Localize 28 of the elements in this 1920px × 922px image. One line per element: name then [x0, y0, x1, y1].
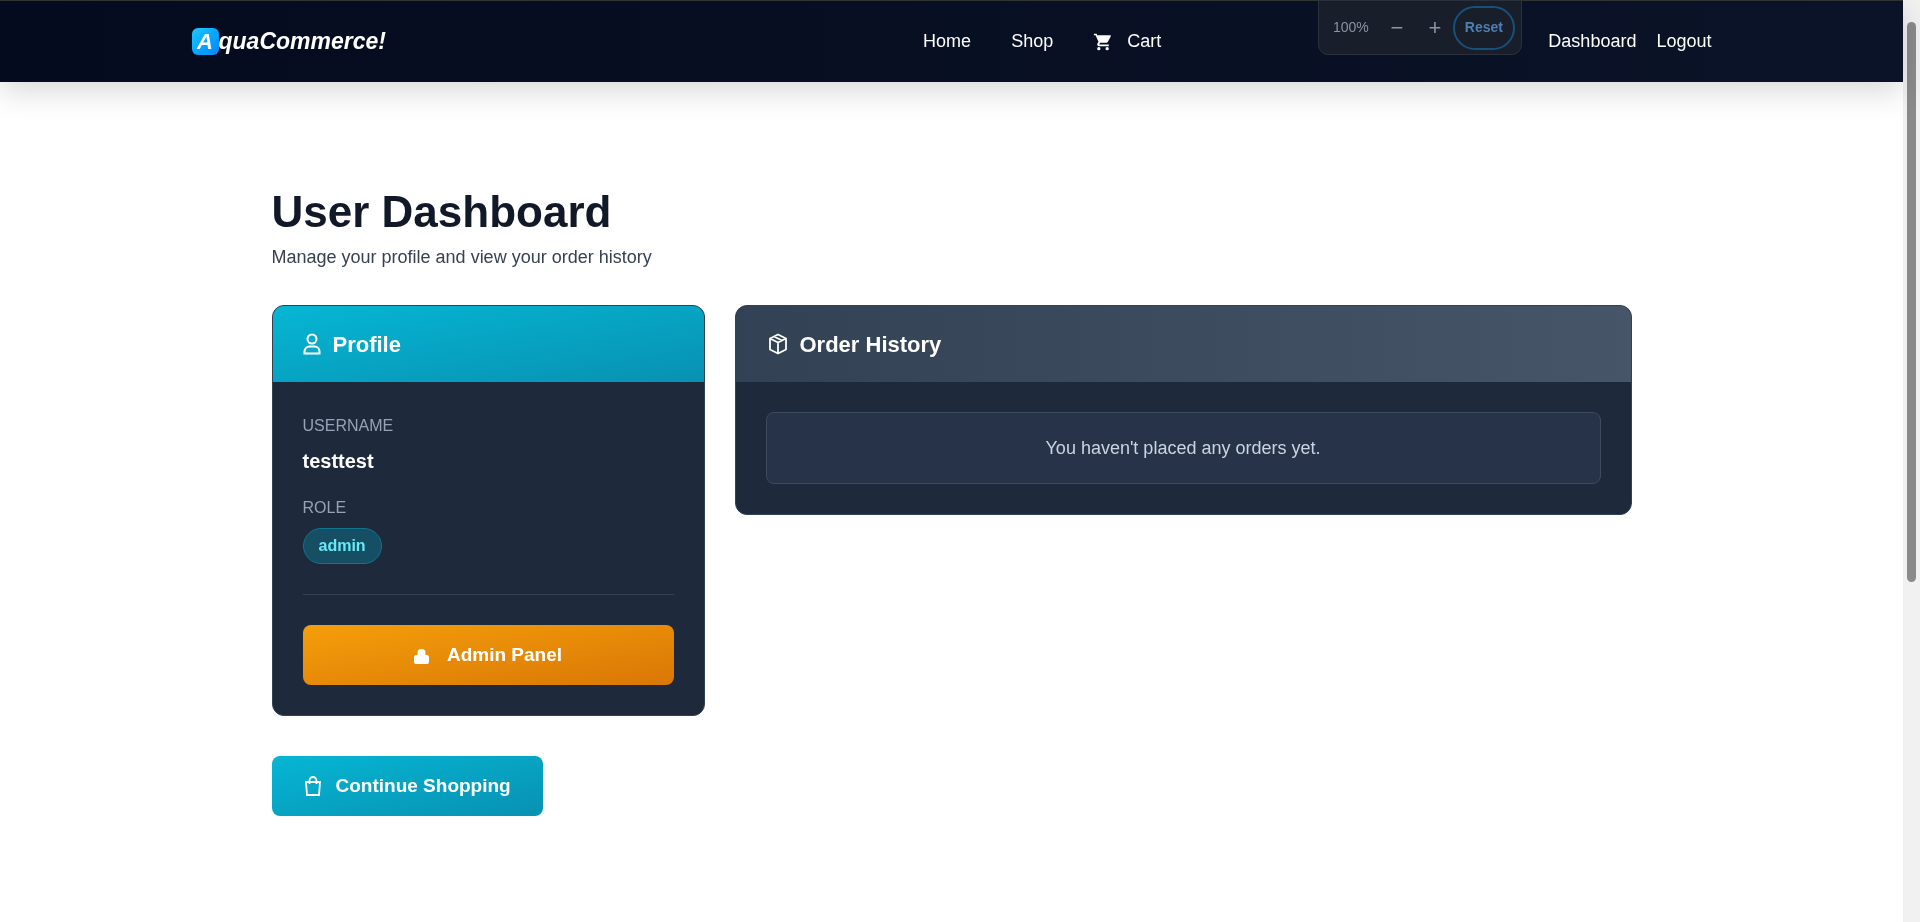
shopping-bag-icon: [303, 776, 322, 796]
field-value: testtest: [302, 449, 375, 474]
page-title: User Dashboard: [271, 186, 613, 238]
nav-link[interactable]: Logout: [1656, 28, 1712, 55]
field-label: USERNAME: [302, 416, 395, 436]
nav-link[interactable]: Dashboard: [1548, 28, 1637, 55]
zoom-out-button[interactable]: −: [1383, 11, 1411, 44]
page-subtitle: Manage your profile and view your order history: [271, 246, 653, 269]
lock-icon: [413, 646, 429, 664]
nav-link[interactable]: Home: [923, 28, 972, 55]
zoom-level: 100%: [1333, 18, 1370, 37]
nav-link[interactable]: Shop: [1011, 28, 1054, 55]
reset-button[interactable]: Reset: [1452, 5, 1515, 50]
empty-orders-message: You haven't placed any orders yet.: [765, 412, 1601, 484]
cart-icon: [1093, 31, 1114, 52]
logo[interactable]: A quaCommerce!: [191, 24, 386, 59]
profile-card-title: Profile: [332, 330, 401, 359]
box-icon: [767, 333, 788, 355]
logo-text: quaCommerce!: [218, 27, 386, 57]
field-label: ROLE: [302, 498, 348, 518]
order-history-title: Order History: [799, 330, 942, 359]
zoom-in-button[interactable]: +: [1421, 11, 1449, 44]
role-badge: admin: [302, 528, 382, 564]
scrollbar[interactable]: [1903, 0, 1920, 922]
user-icon: [302, 333, 321, 355]
scrollbar-thumb[interactable]: [1907, 22, 1916, 582]
cart-link[interactable]: Cart: [1093, 28, 1162, 55]
logo-letter-icon: A: [191, 28, 219, 55]
